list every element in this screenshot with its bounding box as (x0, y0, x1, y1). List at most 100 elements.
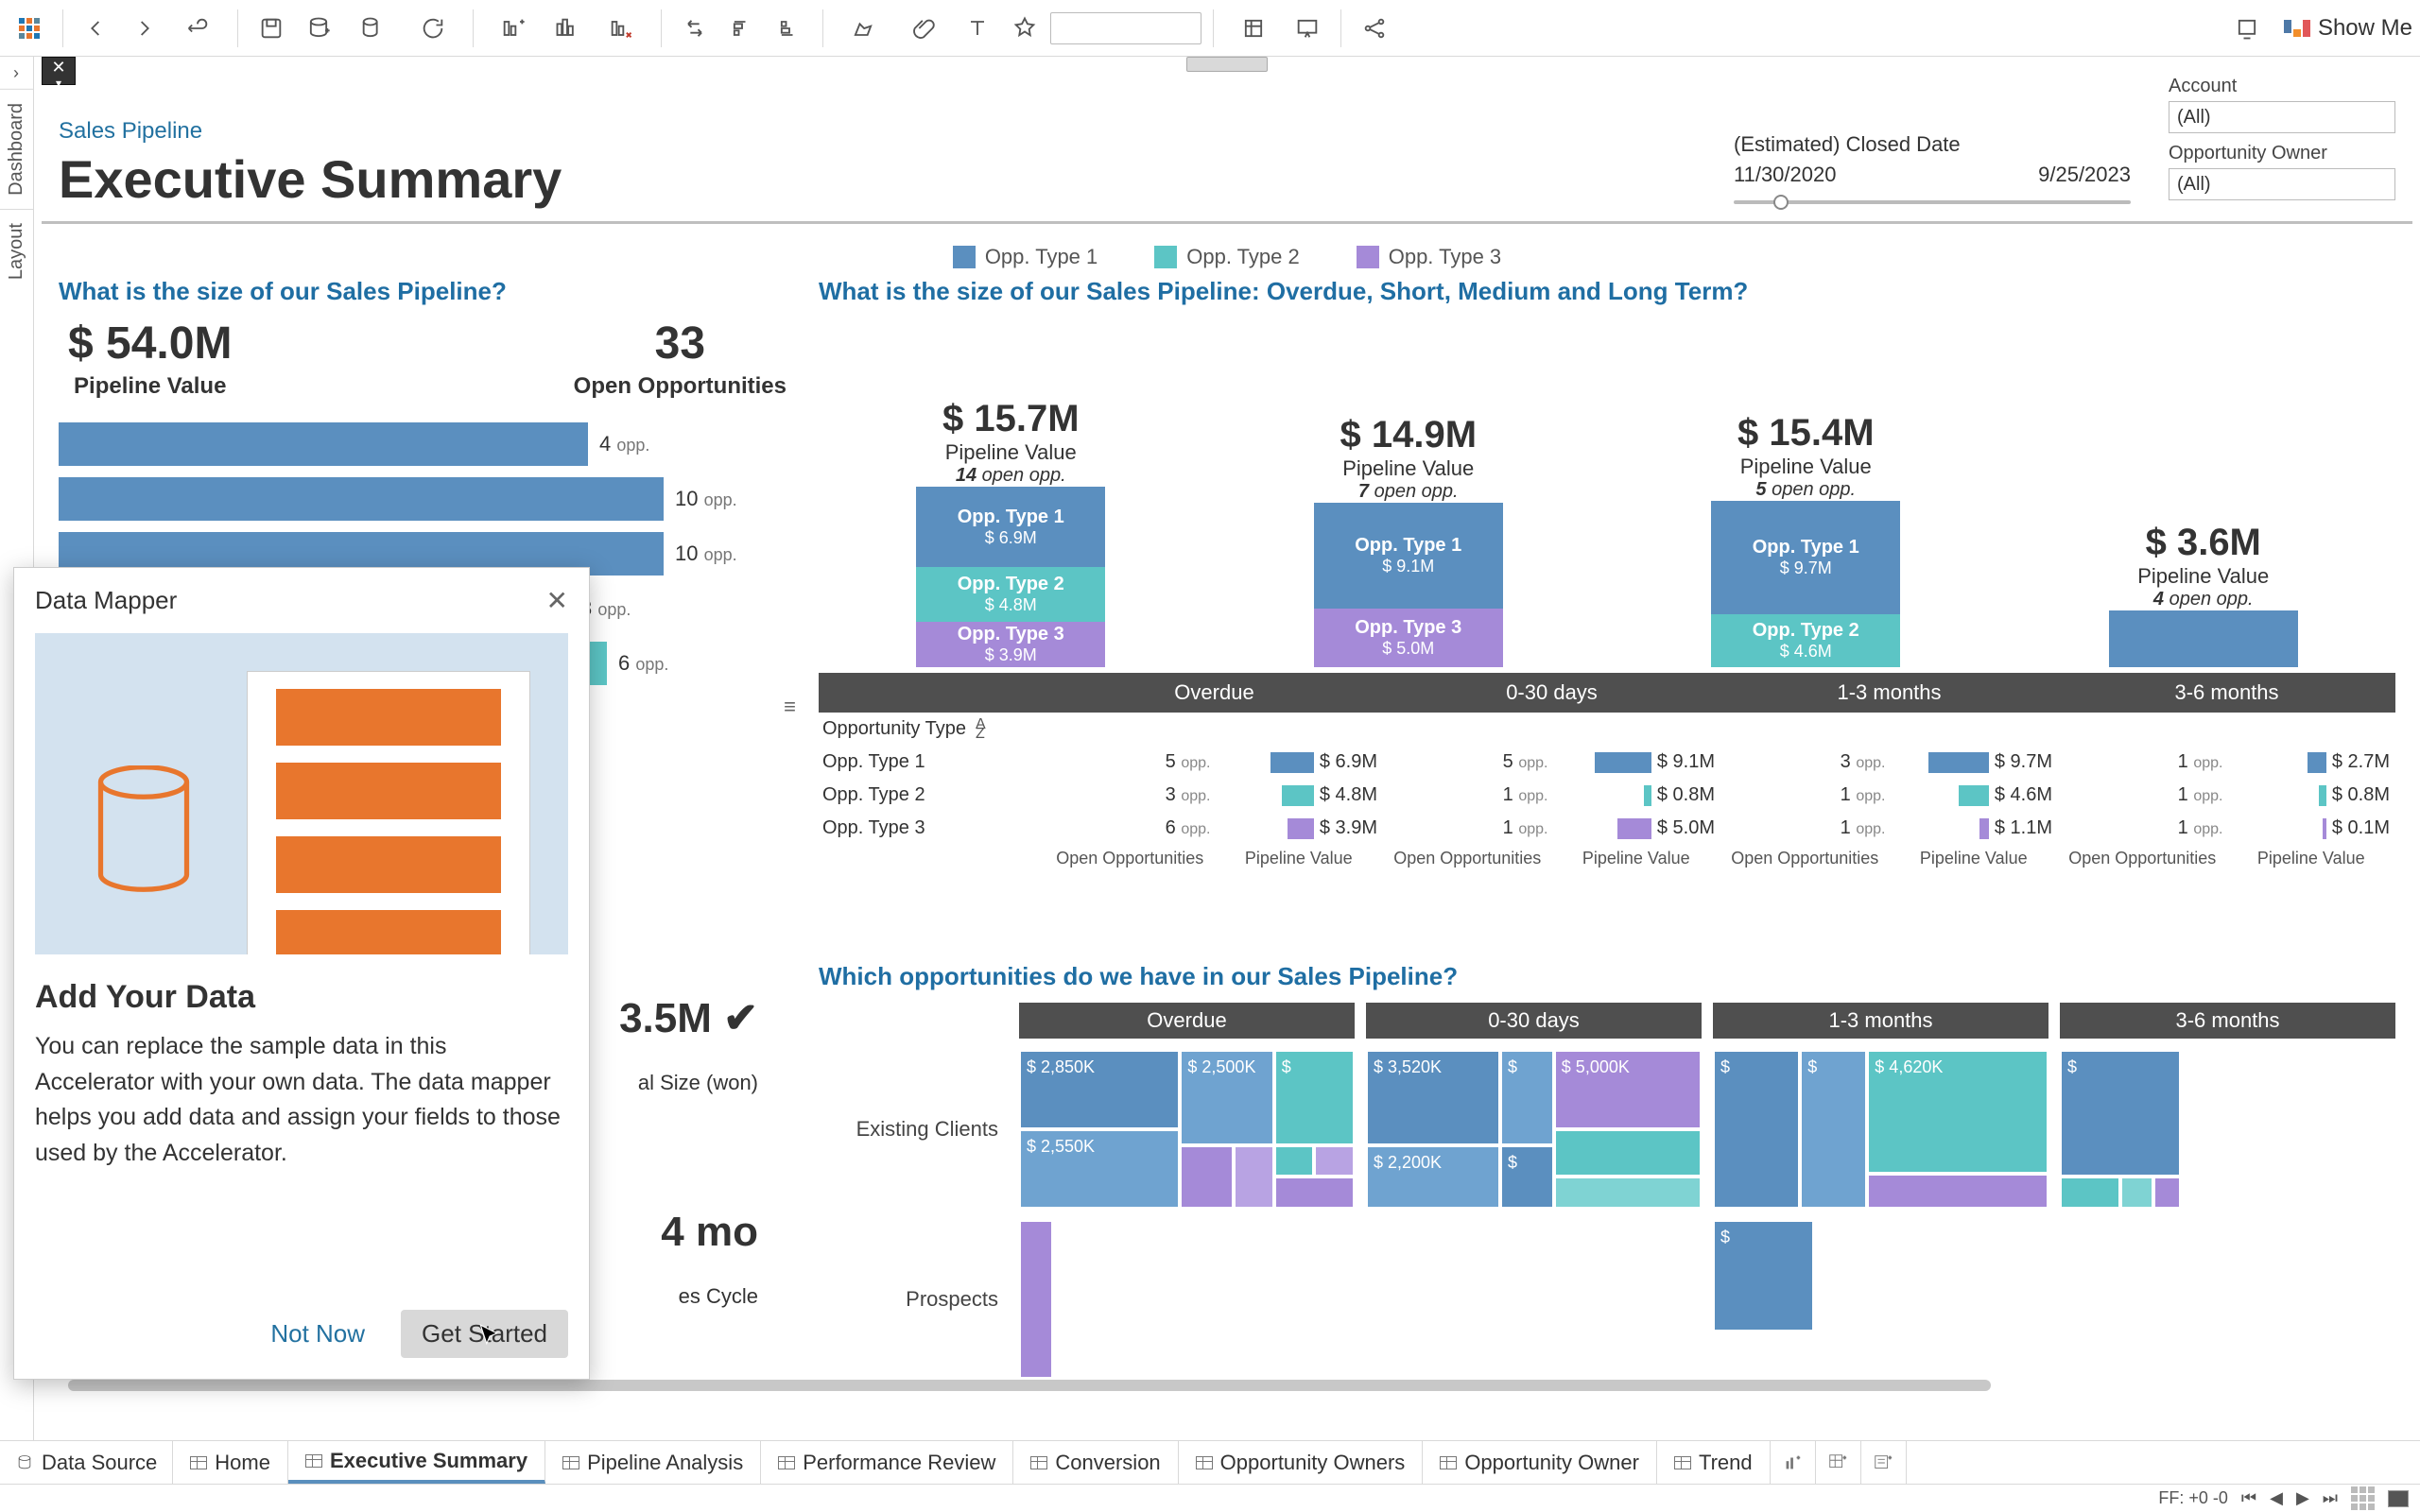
sheet-icon (305, 1454, 322, 1468)
date-filter[interactable]: (Estimated) Closed Date 11/30/2020 9/25/… (1734, 132, 2131, 210)
tab-opportunity-owners[interactable]: Opportunity Owners (1179, 1441, 1424, 1484)
owner-filter-select[interactable]: (All) (2169, 168, 2395, 200)
breadcrumb[interactable]: Sales Pipeline (59, 118, 562, 145)
card-title: Which opportunities do we have in our Sa… (819, 962, 2395, 991)
refresh-button[interactable] (405, 7, 461, 50)
datasource-icon (15, 1453, 34, 1472)
tab-conversion[interactable]: Conversion (1013, 1441, 1178, 1484)
separator (237, 9, 238, 47)
data-source-tab[interactable]: Data Source (0, 1441, 173, 1484)
close-icon[interactable]: ✕ (546, 585, 568, 616)
separator (1340, 9, 1341, 47)
legend-swatch-1 (953, 246, 976, 268)
highlight-button[interactable] (835, 7, 891, 50)
sort-desc-button[interactable] (768, 7, 811, 50)
side-tab-layout[interactable]: Layout (0, 209, 33, 293)
opp-type-grid[interactable]: Opportunity TypeAZ Opp. Type 1 5 opp.$ 6… (819, 713, 2395, 845)
divider (42, 221, 2412, 224)
floating-drag-handle[interactable]: ✕▾ (42, 57, 76, 85)
sort-asc-button[interactable] (720, 7, 764, 50)
separator (473, 9, 474, 47)
modal-heading: Add Your Data (35, 979, 568, 1016)
presentation-button[interactable] (1286, 7, 1329, 50)
card-title: What is the size of our Sales Pipeline: … (819, 277, 2395, 306)
database-icon (92, 765, 196, 898)
undo-button[interactable] (75, 7, 118, 50)
separator (661, 9, 662, 47)
data-connection-button[interactable] (344, 7, 401, 50)
redo-button[interactable] (122, 7, 165, 50)
date-filter-label: (Estimated) Closed Date (1734, 132, 2131, 157)
date-slider[interactable] (1734, 195, 2131, 210)
revert-button[interactable] (169, 7, 226, 50)
new-data-button[interactable] (297, 7, 340, 50)
legend-swatch-3 (1357, 246, 1379, 268)
sort-icon[interactable]: AZ (976, 720, 986, 739)
favorite-button[interactable] (1003, 7, 1046, 50)
expand-side-button[interactable]: › (0, 57, 32, 89)
page-prev-icon[interactable]: ◀ (2270, 1488, 2283, 1508)
card-title: What is the size of our Sales Pipeline? (59, 277, 796, 306)
legend-swatch-2 (1154, 246, 1177, 268)
guide-button[interactable] (2225, 7, 2269, 50)
status-bar: FF: +0 -0 ⏮ ◀ ▶ ⏭ (0, 1484, 2420, 1512)
show-me-label: Show Me (2318, 15, 2412, 42)
bucket-header: Overdue 0-30 days 1-3 months 3-6 months (819, 673, 2395, 713)
text-button[interactable] (956, 7, 999, 50)
treemap[interactable]: Overdue 0-30 days 1-3 months 3-6 months … (819, 1003, 2395, 1379)
account-filter-label: Account (2169, 76, 2395, 97)
duplicate-sheet-button[interactable] (545, 7, 589, 50)
sheet-icon (1440, 1456, 1457, 1469)
data-mapper-modal: Data Mapper ✕ Add Your Data You can repl… (13, 567, 590, 1380)
attach-button[interactable] (895, 7, 952, 50)
account-filter-select[interactable]: (All) (2169, 101, 2395, 133)
date-to: 9/25/2023 (2038, 163, 2131, 187)
fit-dropdown[interactable] (1225, 7, 1282, 50)
hamburger-icon[interactable]: ≡ (784, 695, 796, 719)
sheet-icon (1674, 1456, 1691, 1469)
new-dashboard-tab[interactable] (1816, 1441, 1861, 1484)
page-title: Executive Summary (59, 148, 562, 210)
tab-performance-review[interactable]: Performance Review (761, 1441, 1013, 1484)
sheet-icon (778, 1456, 795, 1469)
modal-title: Data Mapper (35, 586, 177, 615)
separator (62, 9, 63, 47)
stacked-columns[interactable]: $ 15.7MPipeline Value14 open opp. Opp. T… (819, 318, 2395, 667)
swap-button[interactable] (673, 7, 717, 50)
status-ff: FF: +0 -0 (2158, 1488, 2228, 1508)
new-worksheet-button[interactable] (485, 7, 542, 50)
find-input[interactable] (1050, 12, 1201, 44)
thumbnails-view-icon[interactable] (2351, 1486, 2375, 1510)
card-pipeline-term: What is the size of our Sales Pipeline: … (819, 277, 2395, 939)
sheet-icon (1196, 1456, 1213, 1469)
page-next-icon[interactable]: ▶ (2296, 1488, 2309, 1508)
sheet-tabs: Data Source Home Executive Summary Pipel… (0, 1440, 2420, 1484)
legend: Opp. Type 1 Opp. Type 2 Opp. Type 3 (42, 245, 2412, 269)
tab-opportunity-owner[interactable]: Opportunity Owner (1423, 1441, 1657, 1484)
owner-filter-label: Opportunity Owner (2169, 143, 2395, 164)
tableau-logo[interactable] (8, 7, 51, 50)
tab-trend[interactable]: Trend (1657, 1441, 1771, 1484)
toolbar: Show Me (0, 0, 2420, 57)
share-button[interactable] (1353, 7, 1396, 50)
tab-pipeline-analysis[interactable]: Pipeline Analysis (545, 1441, 761, 1484)
not-now-button[interactable]: Not Now (253, 1310, 382, 1358)
page-last-icon[interactable]: ⏭ (2323, 1488, 2338, 1508)
single-view-icon[interactable] (2388, 1490, 2409, 1507)
kpi-pipeline-value: $ 54.0M (68, 318, 232, 369)
grid-footer: Open OpportunitiesPipeline Value Open Op… (819, 847, 2395, 870)
page-first-icon[interactable]: ⏮ (2241, 1488, 2256, 1508)
new-worksheet-tab[interactable] (1771, 1441, 1816, 1484)
save-button[interactable] (250, 7, 293, 50)
get-started-button[interactable]: Get Started (401, 1310, 568, 1358)
modal-illustration (35, 633, 568, 954)
sheet-icon (190, 1456, 207, 1469)
resize-handle-top[interactable] (1186, 57, 1268, 72)
tab-home[interactable]: Home (173, 1441, 288, 1484)
clear-sheet-button[interactable] (593, 7, 649, 50)
tab-executive-summary[interactable]: Executive Summary (288, 1441, 545, 1484)
card-treemap: Which opportunities do we have in our Sa… (819, 962, 2395, 1448)
show-me-button[interactable]: Show Me (2284, 15, 2412, 42)
side-tab-dashboard[interactable]: Dashboard (0, 89, 33, 209)
new-story-tab[interactable] (1861, 1441, 1907, 1484)
